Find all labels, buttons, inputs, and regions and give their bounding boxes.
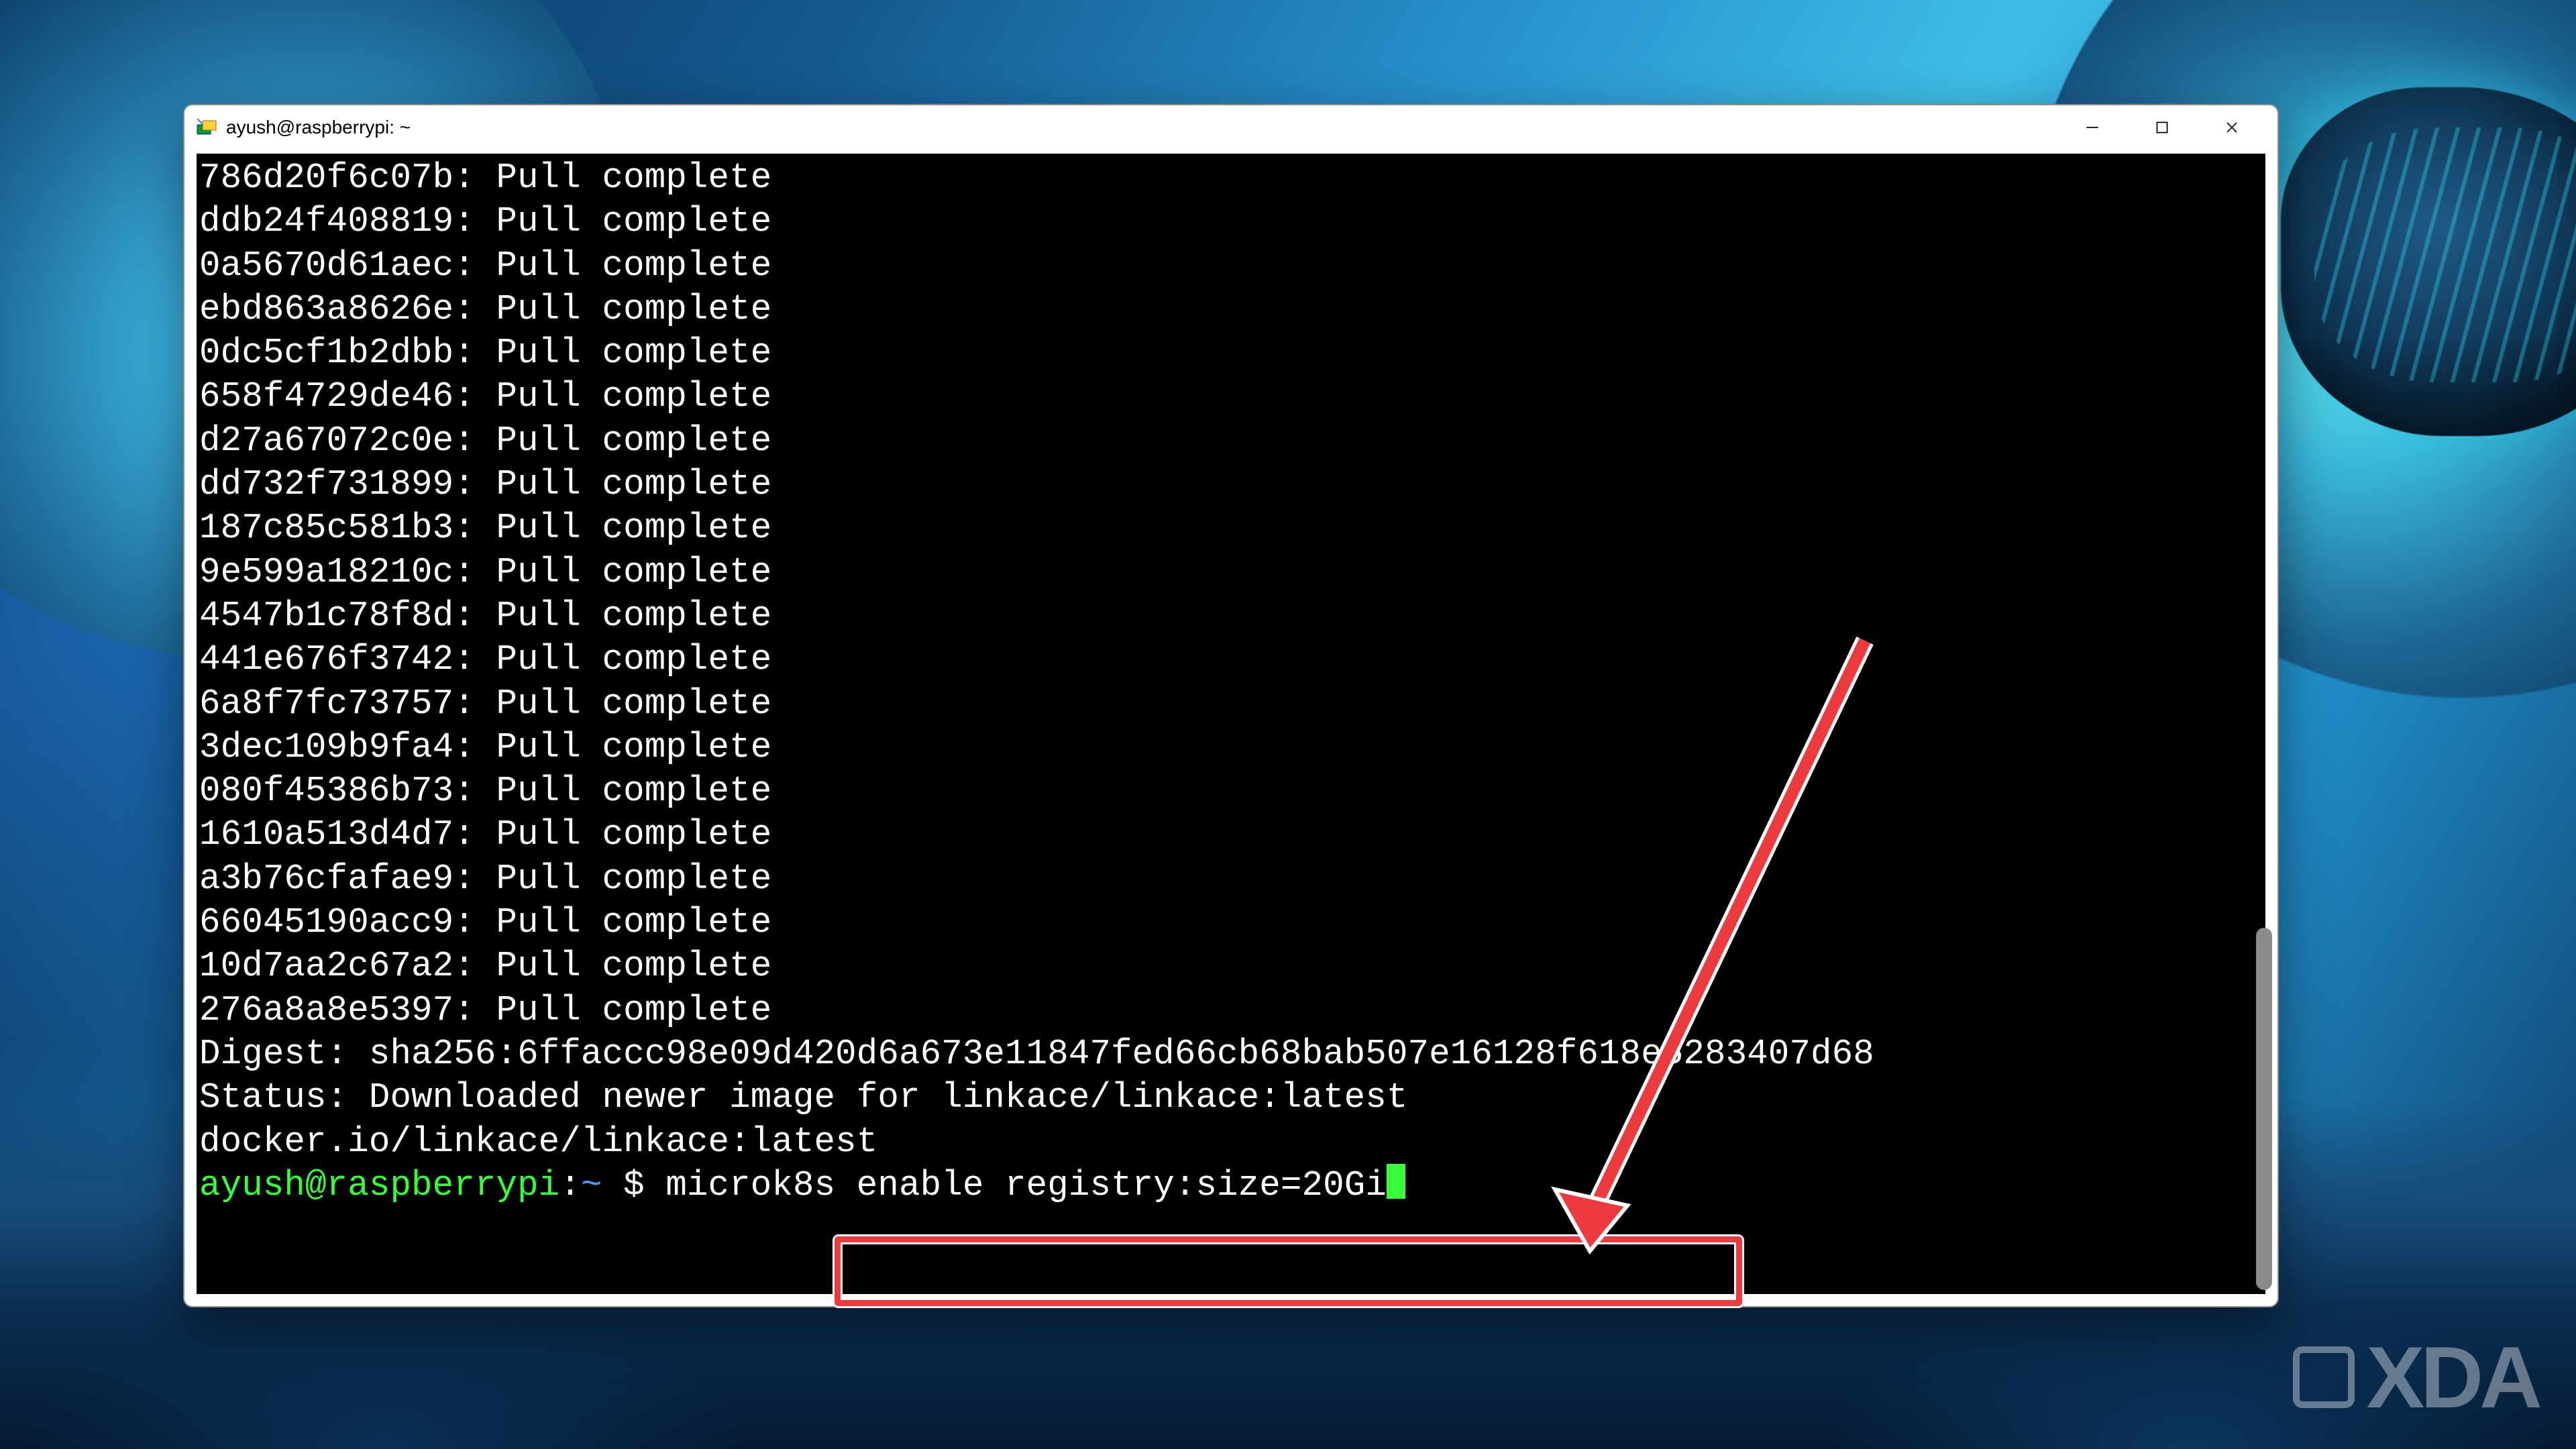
window-title: ayush@raspberrypi: ~ <box>226 118 411 137</box>
xda-logo-icon <box>2293 1346 2355 1408</box>
prompt-symbol: $ <box>602 1165 666 1205</box>
terminal-line: 276a8a8e5397: Pull complete <box>199 989 2263 1032</box>
wallpaper-asteroid <box>2281 87 2576 436</box>
terminal-line: 4547b1c78f8d: Pull complete <box>199 594 2263 638</box>
prompt-user-host: ayush@raspberrypi <box>199 1165 559 1205</box>
terminal-line: 187c85c581b3: Pull complete <box>199 506 2263 550</box>
prompt-path: ~ <box>581 1165 602 1205</box>
terminal-line: dd732f731899: Pull complete <box>199 463 2263 506</box>
terminal-line: Digest: sha256:6ffaccc98e09d420d6a673e11… <box>199 1032 2263 1076</box>
terminal-line: ebd863a8626e: Pull complete <box>199 288 2263 331</box>
terminal-line: a3b76cfafae9: Pull complete <box>199 857 2263 901</box>
close-button[interactable] <box>2197 109 2267 146</box>
terminal-line: docker.io/linkace/linkace:latest <box>199 1120 2263 1164</box>
terminal-line: d27a67072c0e: Pull complete <box>199 419 2263 463</box>
minimize-icon <box>2084 119 2101 136</box>
putty-icon <box>195 117 217 138</box>
terminal-content[interactable]: 786d20f6c07b: Pull completeddb24f408819:… <box>197 154 2265 1208</box>
terminal-scrollbar[interactable] <box>2253 154 2275 1294</box>
terminal-line: 658f4729de46: Pull complete <box>199 375 2263 419</box>
terminal-line: 080f45386b73: Pull complete <box>199 769 2263 813</box>
maximize-icon <box>2153 119 2171 136</box>
minimize-button[interactable] <box>2057 109 2127 146</box>
terminal-line: 6a8f7fc73757: Pull complete <box>199 682 2263 726</box>
terminal-line: 10d7aa2c67a2: Pull complete <box>199 945 2263 988</box>
putty-window: ayush@raspberrypi: ~ 786d20f6c07b: Pull … <box>183 104 2279 1307</box>
terminal-line: 0dc5cf1b2dbb: Pull complete <box>199 331 2263 375</box>
terminal-line: Status: Downloaded newer image for linka… <box>199 1076 2263 1120</box>
close-icon <box>2224 119 2240 136</box>
terminal-viewport[interactable]: 786d20f6c07b: Pull completeddb24f408819:… <box>197 154 2265 1294</box>
terminal-line: 0a5670d61aec: Pull complete <box>199 244 2263 288</box>
terminal-line: 786d20f6c07b: Pull complete <box>199 156 2263 200</box>
terminal-line: 441e676f3742: Pull complete <box>199 638 2263 682</box>
scrollbar-thumb[interactable] <box>2256 928 2272 1290</box>
terminal-line: 3dec109b9fa4: Pull complete <box>199 726 2263 769</box>
typed-command: microk8s enable registry:size=20Gi <box>665 1165 1387 1205</box>
terminal-line: 1610a513d4d7: Pull complete <box>199 813 2263 857</box>
terminal-line: 66045190acc9: Pull complete <box>199 901 2263 945</box>
xda-logo-text: XDA <box>2367 1334 2538 1421</box>
terminal-cursor <box>1387 1164 1405 1199</box>
prompt-separator: : <box>559 1165 581 1205</box>
titlebar[interactable]: ayush@raspberrypi: ~ <box>184 105 2277 150</box>
maximize-button[interactable] <box>2127 109 2197 146</box>
xda-watermark: XDA <box>2293 1334 2538 1421</box>
terminal-prompt-line[interactable]: ayush@raspberrypi:~ $ microk8s enable re… <box>199 1164 2263 1208</box>
terminal-line: ddb24f408819: Pull complete <box>199 200 2263 244</box>
terminal-line: 9e599a18210c: Pull complete <box>199 551 2263 594</box>
